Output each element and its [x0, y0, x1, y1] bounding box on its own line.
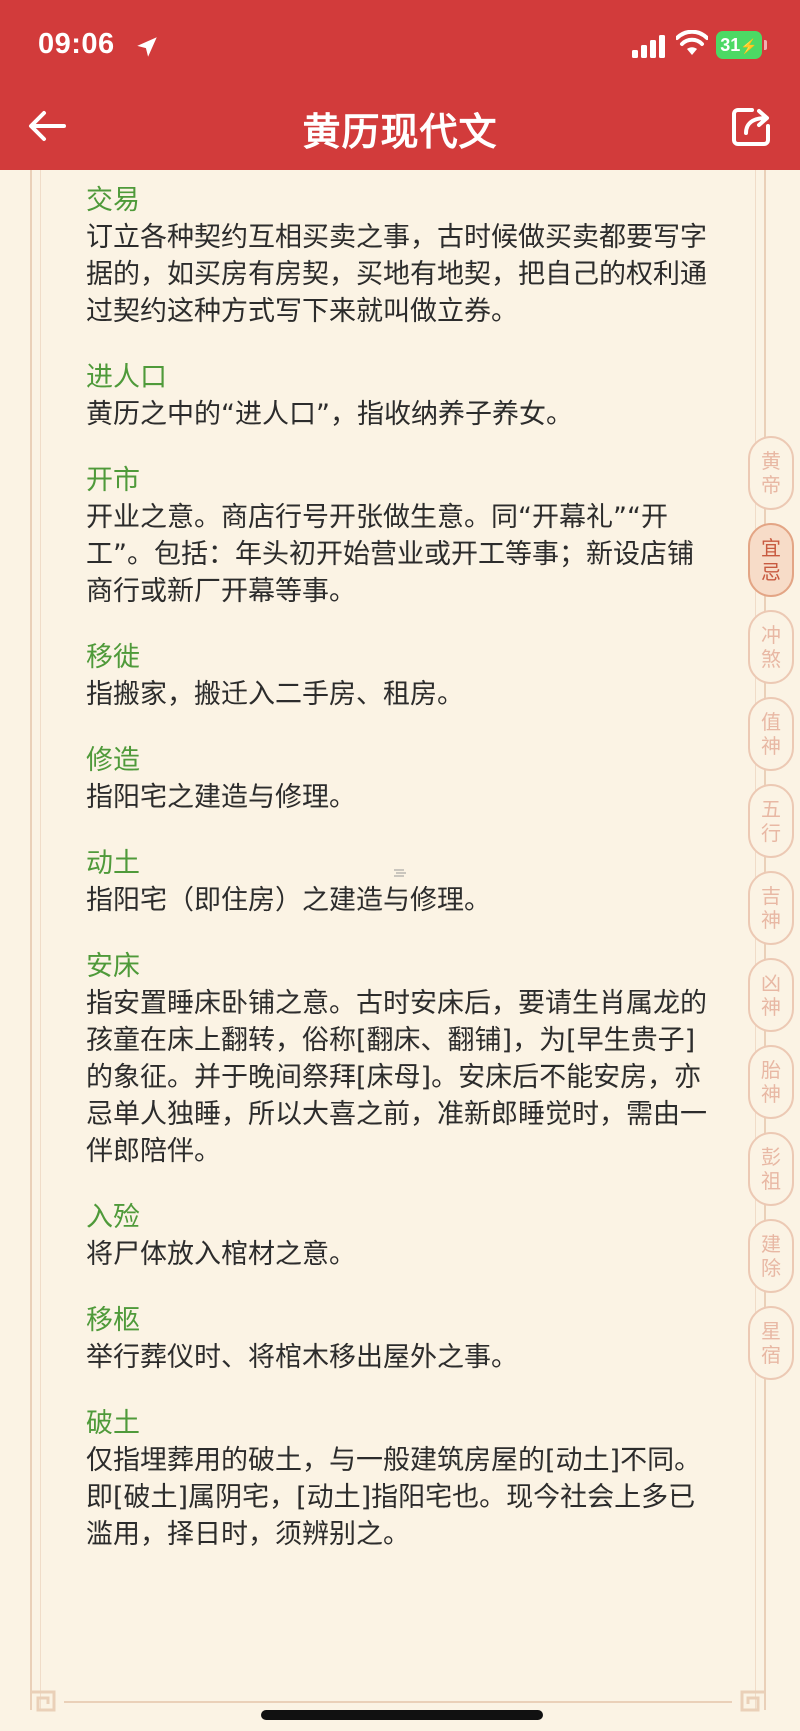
term-title: 移柩 [86, 1305, 140, 1336]
term-definition: 指搬家，搬迁入二手房、租房。 [86, 679, 464, 710]
term-definition: 指阳宅之建造与修理。 [86, 782, 356, 813]
term-entry: 安床指安置睡床卧铺之意。古时安床后，要请生肖属龙的孩童在床上翻转，俗称[翻床、翻… [86, 948, 712, 1170]
term-title: 移徙 [86, 642, 140, 673]
term-title: 入殓 [86, 1202, 140, 1233]
term-entry: 移柩举行葬仪时、将棺木移出屋外之事。 [86, 1302, 712, 1376]
side-nav-tab-char: 除 [761, 1256, 781, 1280]
side-nav-tab-char: 忌 [761, 560, 781, 584]
charging-bolt-icon: ⚡ [740, 38, 758, 54]
term-definition: 黄历之中的“进人口”，指收纳养子养女。 [86, 399, 573, 430]
side-nav-tab-char: 神 [761, 1082, 781, 1106]
term-entry: 交易订立各种契约互相买卖之事，古时候做买卖都要写字据的，如买房有房契，买地有地契… [86, 182, 712, 330]
term-definition: 举行葬仪时、将棺木移出屋外之事。 [86, 1342, 518, 1373]
side-nav-tab-char: 宜 [761, 536, 781, 560]
side-nav-tab[interactable]: 彭祖 [748, 1132, 794, 1206]
side-nav-tab[interactable]: 吉神 [748, 871, 794, 945]
side-nav-tab-char: 胎 [761, 1058, 781, 1082]
term-title: 进人口 [86, 362, 167, 393]
side-nav-tab[interactable]: 黄帝 [748, 436, 794, 510]
side-nav-tab[interactable]: 宜忌 [748, 523, 794, 597]
term-entry: 动土 指阳宅（即住房）之建造与修理。 [86, 845, 712, 919]
term-definition: 指安置睡床卧铺之意。古时安床后，要请生肖属龙的孩童在床上翻转，俗称[翻床、翻铺]… [86, 988, 707, 1167]
side-nav-tab[interactable]: 值神 [748, 697, 794, 771]
page-title: 黄历现代文 [302, 110, 498, 154]
side-nav-tab[interactable]: 建除 [748, 1219, 794, 1293]
term-definition: 指阳宅（即住房）之建造与修理。 [86, 885, 491, 916]
cellular-signal-icon [632, 35, 665, 58]
home-indicator[interactable] [261, 1710, 543, 1720]
term-entry: 破土仅指埋葬用的破土，与一般建筑房屋的[动土]不同。即[破土]属阴宅，[动土]指… [86, 1405, 712, 1553]
side-nav-tab-char: 黄 [761, 449, 781, 473]
side-nav-tab-char: 冲 [761, 623, 781, 647]
term-entry: 修造指阳宅之建造与修理。 [86, 742, 712, 816]
side-nav-tab-char: 建 [761, 1232, 781, 1256]
side-nav-tab[interactable]: 星宿 [748, 1306, 794, 1380]
side-nav-tab-char: 五 [761, 797, 781, 821]
term-definition: 将尸体放入棺材之意。 [86, 1239, 356, 1270]
side-nav-tab[interactable]: 五行 [748, 784, 794, 858]
side-nav-tab[interactable]: 冲煞 [748, 610, 794, 684]
battery-level: 31 [720, 35, 741, 55]
location-arrow-icon [137, 37, 157, 57]
term-entry: 移徙指搬家，搬迁入二手房、租房。 [86, 639, 712, 713]
term-entry: 进人口黄历之中的“进人口”，指收纳养子养女。 [86, 359, 712, 433]
side-nav-tab-char: 凶 [761, 971, 781, 995]
side-nav-tab-char: 彭 [761, 1145, 781, 1169]
term-definition: 仅指埋葬用的破土，与一般建筑房屋的[动土]不同。即[破土]属阴宅，[动土]指阳宅… [86, 1445, 702, 1550]
side-nav-tab-char: 值 [761, 710, 781, 734]
side-nav-tab-char: 神 [761, 908, 781, 932]
term-entry: 开市开业之意。商店行号开张做生意。同“开幕礼”“开工”。包括：年头初开始营业或开… [86, 462, 712, 610]
status-time: 09:06 [38, 28, 115, 60]
side-nav-tab-char: 宿 [761, 1343, 781, 1367]
terms-list: 交易订立各种契约互相买卖之事，古时候做买卖都要写字据的，如买房有房契，买地有地契… [86, 182, 712, 1582]
term-title: 修造 [86, 745, 140, 776]
wifi-icon [676, 30, 708, 55]
side-nav-tab-char: 祖 [761, 1169, 781, 1193]
side-nav-tab-char: 行 [761, 821, 781, 845]
side-nav-tab-char: 星 [761, 1319, 781, 1343]
battery-tip [764, 40, 767, 50]
term-title: 安床 [86, 951, 140, 982]
battery-indicator: 31⚡ [716, 31, 762, 59]
side-nav-tab-char: 煞 [761, 647, 781, 671]
term-definition: 开业之意。商店行号开张做生意。同“开幕礼”“开工”。包括：年头初开始营业或开工等… [86, 502, 694, 607]
term-title: 交易 [86, 185, 140, 216]
term-title: 开市 [86, 465, 140, 496]
side-nav-tab[interactable]: 胎神 [748, 1045, 794, 1119]
side-nav-tab-char: 帝 [761, 473, 781, 497]
side-nav-tab[interactable]: 凶神 [748, 958, 794, 1032]
term-definition: 订立各种契约互相买卖之事，古时候做买卖都要写字据的，如买房有房契，买地有地契，把… [86, 222, 707, 327]
side-nav-tab-char: 神 [761, 995, 781, 1019]
scroll-marker-icon [394, 869, 406, 877]
side-nav-tab-char: 吉 [761, 884, 781, 908]
share-icon[interactable] [728, 104, 774, 150]
term-entry: 入殓将尸体放入棺材之意。 [86, 1199, 712, 1273]
side-nav-tab-char: 神 [761, 734, 781, 758]
term-title: 破土 [86, 1408, 140, 1439]
app-header: 09:06 31⚡ 黄历现代文 [0, 0, 800, 170]
